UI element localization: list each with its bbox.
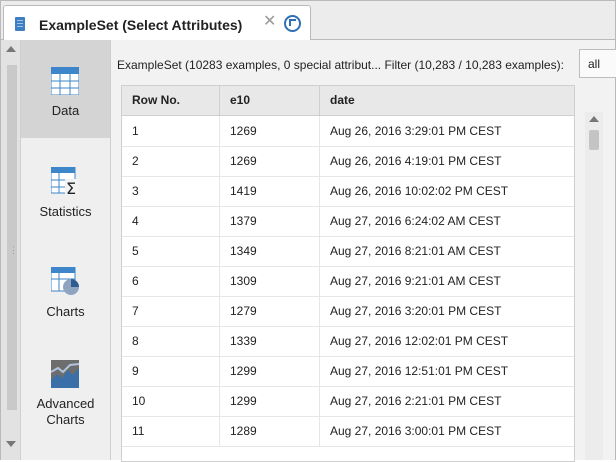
scroll-up-arrow-icon[interactable]: [6, 46, 16, 52]
advanced-charts-icon: [51, 360, 79, 388]
tab-title: ExampleSet (Select Attributes): [39, 17, 243, 33]
cell-e10: 1339: [220, 326, 320, 356]
cell-row-no: 9: [122, 356, 220, 386]
cell-e10: 1269: [220, 146, 320, 176]
cell-row-no: 7: [122, 296, 220, 326]
exampleset-info: ExampleSet (10283 examples, 0 special at…: [117, 58, 564, 72]
view-charts-label: Charts: [46, 304, 85, 319]
data-view: ExampleSet (10283 examples, 0 special at…: [111, 40, 616, 462]
tab-exampleset[interactable]: ExampleSet (Select Attributes) ✕: [3, 5, 311, 40]
view-advanced-charts[interactable]: Advanced Charts: [21, 358, 110, 438]
statistics-icon: Σ: [51, 167, 79, 195]
view-data[interactable]: Data: [21, 40, 110, 138]
close-icon[interactable]: ✕: [263, 14, 276, 30]
views-scrollbar[interactable]: ⋮⋮: [1, 40, 27, 460]
data-table-icon: [51, 67, 79, 95]
table-row[interactable]: 1 1269 Aug 26, 2016 3:29:01 PM CEST: [122, 116, 574, 147]
table-row[interactable]: 7 1279 Aug 27, 2016 3:20:01 PM CEST: [122, 296, 574, 327]
cell-row-no: 5: [122, 236, 220, 266]
scroll-down-arrow-icon[interactable]: [6, 441, 16, 447]
cell-e10: 1289: [220, 416, 320, 446]
cell-e10: 1419: [220, 176, 320, 206]
table-row[interactable]: 8 1339 Aug 27, 2016 12:02:01 PM CEST: [122, 326, 574, 357]
table-row[interactable]: 5 1349 Aug 27, 2016 8:21:01 AM CEST: [122, 236, 574, 267]
scroll-up-arrow-icon[interactable]: [589, 116, 599, 122]
cell-date: Aug 27, 2016 12:51:01 PM CEST: [330, 364, 509, 378]
view-statistics-label: Statistics: [39, 204, 92, 219]
cell-e10: 1309: [220, 266, 320, 296]
view-advanced-charts-label: Advanced Charts: [21, 396, 110, 428]
table-row[interactable]: 3 1419 Aug 26, 2016 10:02:02 PM CEST: [122, 176, 574, 207]
column-header-e10[interactable]: e10: [220, 86, 320, 115]
table-header: Row No. e10 date: [122, 86, 574, 116]
cell-row-no: 1: [122, 116, 220, 146]
view-statistics[interactable]: Σ Statistics: [21, 160, 110, 238]
cell-date: Aug 27, 2016 3:00:01 PM CEST: [330, 424, 502, 438]
cell-row-no: 4: [122, 206, 220, 236]
cell-date: Aug 26, 2016 3:29:01 PM CEST: [330, 124, 502, 138]
cell-date: Aug 27, 2016 9:21:01 AM CEST: [330, 274, 501, 288]
tab-strip: ExampleSet (Select Attributes) ✕: [1, 1, 615, 40]
cell-row-no: 3: [122, 176, 220, 206]
svg-text:Σ: Σ: [66, 179, 76, 195]
cell-date: Aug 27, 2016 8:21:01 AM CEST: [330, 244, 501, 258]
charts-icon: [51, 267, 79, 295]
cell-date: Aug 27, 2016 6:24:02 AM CEST: [330, 214, 501, 228]
table-row[interactable]: 6 1309 Aug 27, 2016 9:21:01 AM CEST: [122, 266, 574, 297]
filter-dropdown[interactable]: all: [579, 49, 616, 78]
table-row[interactable]: 11 1289 Aug 27, 2016 3:00:01 PM CEST: [122, 416, 574, 447]
view-charts[interactable]: Charts: [21, 260, 110, 338]
cell-row-no: 6: [122, 266, 220, 296]
cell-e10: 1349: [220, 236, 320, 266]
view-advanced-charts-label-line1: Advanced: [36, 396, 95, 411]
data-table[interactable]: Row No. e10 date 1 1269 Aug 26, 2016 3:29:…: [121, 85, 575, 462]
restore-icon[interactable]: [284, 15, 301, 32]
cell-date: Aug 27, 2016 3:20:01 PM CEST: [330, 304, 502, 318]
view-advanced-charts-label-line2: Charts: [46, 412, 85, 427]
cell-date: Aug 27, 2016 2:21:01 PM CEST: [330, 394, 502, 408]
cell-e10: 1299: [220, 386, 320, 416]
table-row[interactable]: 4 1379 Aug 27, 2016 6:24:02 AM CEST: [122, 206, 574, 237]
cell-row-no: 8: [122, 326, 220, 356]
document-icon: [15, 17, 25, 31]
scrollbar-thumb[interactable]: [7, 65, 17, 410]
table-row[interactable]: 2 1269 Aug 26, 2016 4:19:01 PM CEST: [122, 146, 574, 177]
cell-row-no: 10: [122, 386, 220, 416]
result-panel: ExampleSet (Select Attributes) ✕ ⋮⋮ Data: [0, 0, 616, 462]
cell-date: Aug 26, 2016 10:02:02 PM CEST: [330, 184, 509, 198]
cell-date: Aug 26, 2016 4:19:01 PM CEST: [330, 154, 502, 168]
cell-row-no: 2: [122, 146, 220, 176]
cell-e10: 1269: [220, 116, 320, 146]
cell-date: Aug 27, 2016 12:02:01 PM CEST: [330, 334, 509, 348]
view-switcher: Data Σ Statistics Charts Advanced Charts: [21, 40, 111, 460]
scrollbar-thumb[interactable]: [589, 130, 599, 150]
column-header-date[interactable]: date: [320, 86, 574, 115]
cell-row-no: 11: [122, 416, 220, 446]
cell-e10: 1379: [220, 206, 320, 236]
column-header-row-no[interactable]: Row No.: [122, 86, 220, 115]
view-data-label: Data: [51, 103, 80, 118]
cell-e10: 1299: [220, 356, 320, 386]
table-scrollbar[interactable]: [585, 112, 603, 460]
table-row[interactable]: 9 1299 Aug 27, 2016 12:51:01 PM CEST: [122, 356, 574, 387]
cell-e10: 1279: [220, 296, 320, 326]
table-row[interactable]: 10 1299 Aug 27, 2016 2:21:01 PM CEST: [122, 386, 574, 417]
